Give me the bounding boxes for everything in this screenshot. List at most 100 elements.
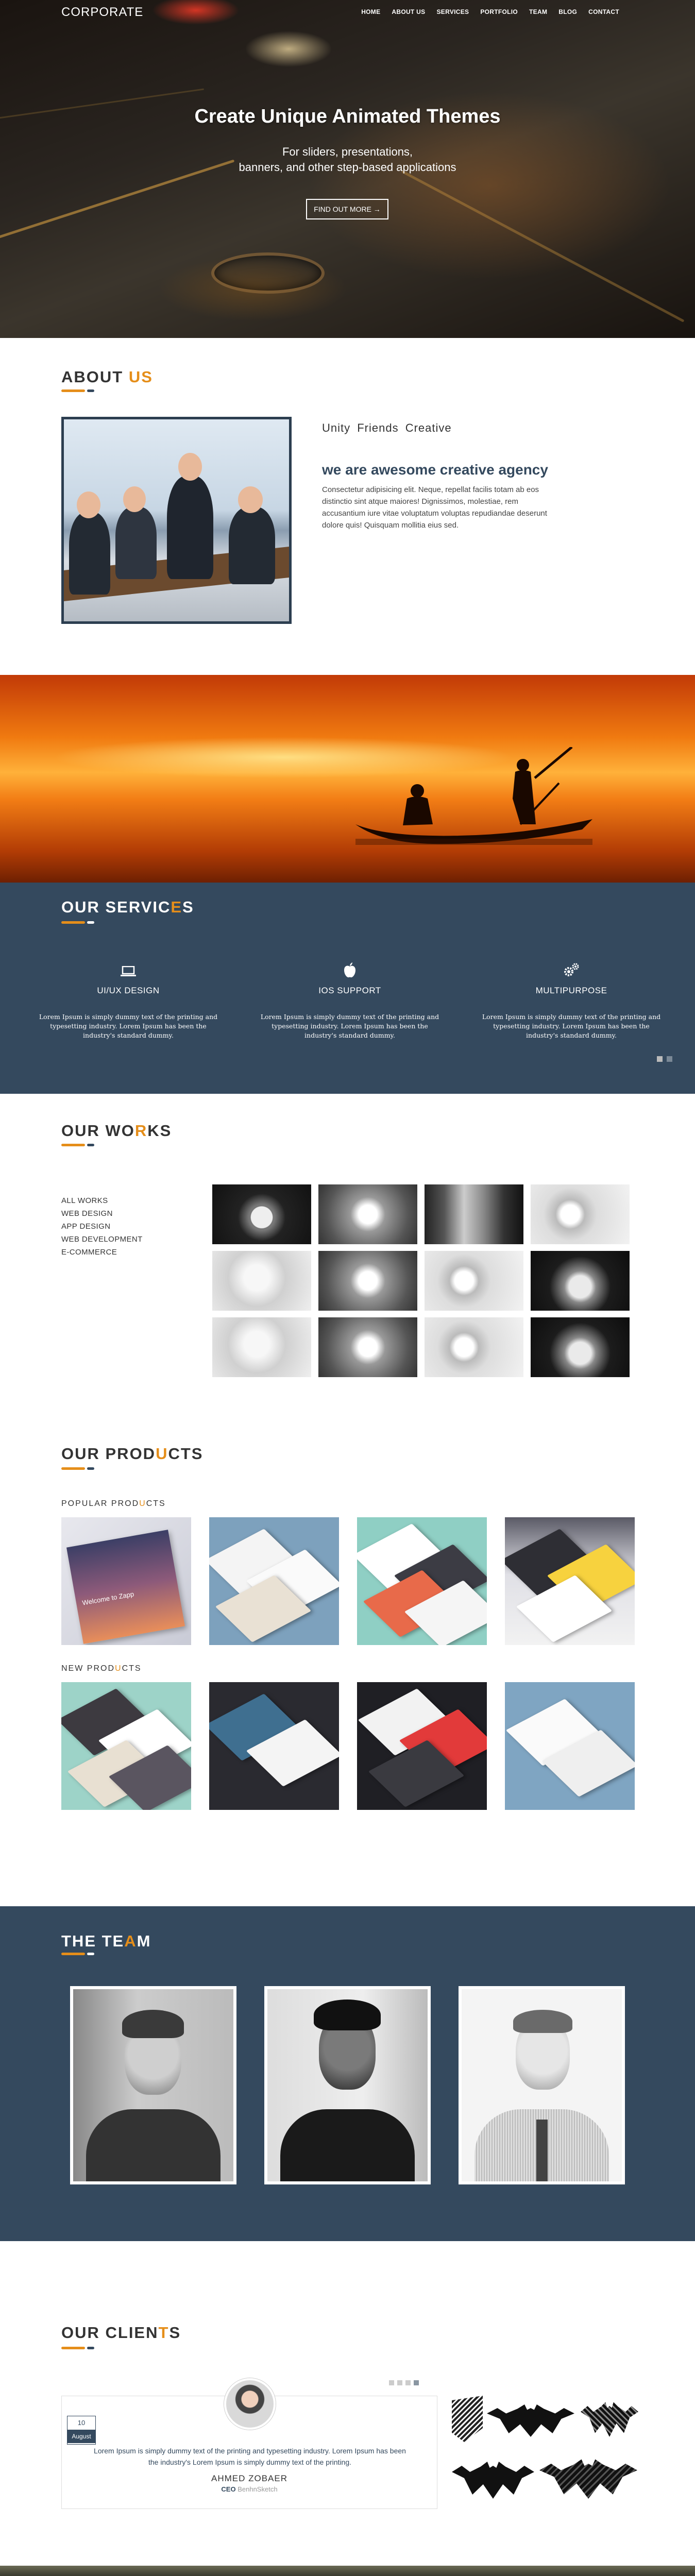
service-description: Lorem Ipsum is simply dummy text of the … [39, 1013, 218, 1039]
nav-contact[interactable]: CONTACT [583, 8, 625, 15]
boat-silhouette [355, 747, 592, 845]
portfolio-thumb[interactable] [212, 1251, 311, 1311]
client-logo-bat[interactable] [581, 2402, 638, 2437]
product-card[interactable] [505, 1682, 635, 1810]
heading-text: CTS [146, 1499, 166, 1508]
product-card[interactable] [505, 1517, 635, 1645]
client-logo[interactable] [452, 2396, 483, 2442]
product-card[interactable] [209, 1517, 339, 1645]
team-member-card[interactable] [264, 1986, 431, 2184]
filter-e-commerce[interactable]: E-COMMERCE [61, 1246, 143, 1259]
nav-services[interactable]: SERVICES [431, 8, 474, 15]
carousel-dot[interactable] [397, 2380, 402, 2385]
team-member-card[interactable] [70, 1986, 236, 2184]
filter-web-development[interactable]: WEB DEVELOPMENT [61, 1233, 143, 1246]
clients-section: OUR CLIENTS 10 August Lorem Ipsum is sim… [0, 2241, 695, 2566]
testimonial-avatar [224, 2378, 276, 2430]
section-title: OUR CLIENTS [61, 2324, 181, 2342]
team-member-photo [267, 1989, 428, 2181]
carousel-dot[interactable] [405, 2380, 411, 2385]
carousel-dot[interactable] [657, 1056, 663, 1062]
products-section: OUR PRODUCTS POPULAR PRODUCTS Welcome to… [0, 1381, 695, 1906]
portfolio-thumb[interactable] [318, 1184, 417, 1244]
product-card[interactable] [61, 1682, 191, 1810]
portfolio-thumb[interactable] [318, 1317, 417, 1377]
hero-section: CORPORATE HOME ABOUT US SERVICES PORTFOL… [0, 0, 695, 338]
nav-portfolio[interactable]: PORTFOLIO [474, 8, 523, 15]
title-text: OUR CLIEN [61, 2324, 159, 2342]
heading-text: CTS [122, 1664, 142, 1673]
client-logo-bat[interactable] [539, 2459, 637, 2499]
portfolio-thumb[interactable] [531, 1251, 630, 1311]
service-card: IOS SUPPORT Lorem Ipsum is simply dummy … [260, 962, 440, 1040]
product-card[interactable] [357, 1682, 487, 1810]
date-badge: 10 August [67, 2416, 96, 2445]
hero-subtitle: For sliders, presentations, banners, and… [0, 144, 695, 175]
team-member-card[interactable] [459, 1986, 625, 2184]
footer-strip [0, 2566, 695, 2576]
testimonial-card: 10 August Lorem Ipsum is simply dummy te… [61, 2378, 437, 2509]
portfolio-thumb[interactable] [425, 1317, 523, 1377]
service-description: Lorem Ipsum is simply dummy text of the … [482, 1013, 661, 1039]
portfolio-thumb[interactable] [425, 1251, 523, 1311]
apple-icon [260, 962, 440, 983]
title-underline [61, 921, 95, 924]
section-title: THE TEAM [61, 1932, 151, 1951]
portfolio-thumb[interactable] [531, 1317, 630, 1377]
carousel-dot[interactable] [414, 2380, 419, 2385]
nav-team[interactable]: TEAM [523, 8, 553, 15]
section-title: OUR PRODUCTS [61, 1445, 203, 1463]
product-card[interactable] [209, 1682, 339, 1810]
role-company: BenhnSketch [238, 2485, 278, 2493]
product-mockup [66, 1530, 185, 1644]
date-month: August [67, 2430, 95, 2443]
filter-app-design[interactable]: APP DESIGN [61, 1220, 143, 1233]
portfolio-thumb[interactable] [212, 1317, 311, 1377]
team-member-photo [73, 1989, 233, 2181]
heading-text: NEW PROD [61, 1664, 115, 1673]
filter-web-design[interactable]: WEB DESIGN [61, 1207, 143, 1220]
nav-blog[interactable]: BLOG [553, 8, 583, 15]
carousel-dot[interactable] [389, 2380, 394, 2385]
popular-products-heading: POPULAR PRODUCTS [61, 1499, 166, 1509]
product-card[interactable]: Welcome to Zapp [61, 1517, 191, 1645]
title-text: S [169, 2324, 181, 2342]
title-underline [61, 1953, 95, 1955]
filter-all-works[interactable]: ALL WORKS [61, 1194, 143, 1207]
title-underline [61, 1467, 95, 1470]
title-text: ABOUT [61, 368, 129, 386]
portfolio-thumb[interactable] [212, 1184, 311, 1244]
title-accent: U [156, 1445, 168, 1463]
heading-accent: U [139, 1499, 146, 1508]
title-text: CTS [168, 1445, 204, 1463]
section-title: ABOUT US [61, 368, 153, 386]
title-accent: T [158, 2324, 169, 2342]
portfolio-thumb[interactable] [531, 1184, 630, 1244]
client-logos [452, 2396, 638, 2514]
gears-icon [481, 962, 662, 983]
portfolio-filters: ALL WORKS WEB DESIGN APP DESIGN WEB DEVE… [61, 1194, 143, 1259]
testimonial-name: AHMED ZOBAER [211, 2473, 288, 2483]
about-tagline: Unity Friends Creative [322, 421, 452, 434]
heading-text: POPULAR PROD [61, 1499, 140, 1508]
site-logo[interactable]: CORPORATE [61, 5, 143, 20]
find-out-more-button[interactable]: FIND OUT MORE → [306, 199, 388, 219]
portfolio-thumb[interactable] [318, 1251, 417, 1311]
new-products-heading: NEW PRODUCTS [61, 1664, 142, 1673]
testimonial-role: CEO BenhnSketch [62, 2485, 437, 2493]
title-underline [61, 389, 95, 392]
client-logo-bat[interactable] [487, 2404, 574, 2437]
heading-accent: U [115, 1664, 122, 1673]
service-card: UI/UX DESIGN Lorem Ipsum is simply dummy… [38, 962, 218, 1040]
title-accent: R [134, 1122, 148, 1140]
service-description: Lorem Ipsum is simply dummy text of the … [260, 1013, 439, 1039]
portfolio-thumb[interactable] [425, 1184, 523, 1244]
product-card[interactable] [357, 1517, 487, 1645]
section-title: OUR SERVICES [61, 898, 194, 917]
carousel-dot[interactable] [667, 1056, 672, 1062]
nav-home[interactable]: HOME [355, 8, 386, 15]
service-title: UI/UX DESIGN [97, 986, 160, 995]
about-meeting-image [61, 417, 292, 624]
client-logo-bat[interactable] [452, 2462, 534, 2499]
nav-about-us[interactable]: ABOUT US [386, 8, 431, 15]
